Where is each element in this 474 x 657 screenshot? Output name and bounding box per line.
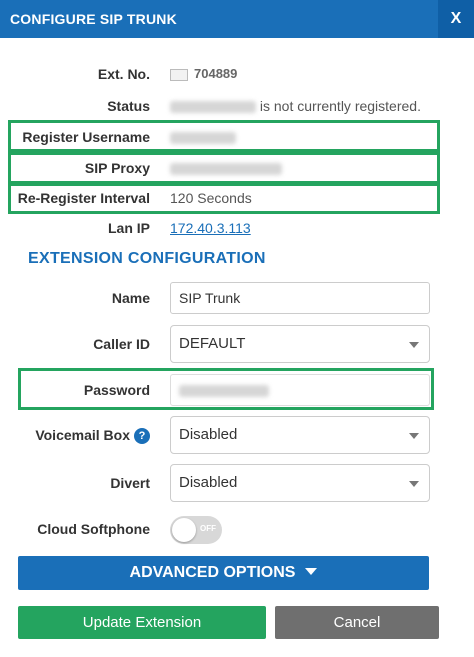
update-extension-button[interactable]: Update Extension xyxy=(18,606,266,639)
toggle-state-text: OFF xyxy=(200,524,216,533)
extension-configuration-title: EXTENSION CONFIGURATION xyxy=(28,250,266,267)
divert-select[interactable]: Disabled xyxy=(170,464,430,502)
advanced-options-button[interactable]: ADVANCED OPTIONS xyxy=(18,556,429,590)
redacted-username xyxy=(170,101,256,114)
redacted-register-username xyxy=(170,132,236,145)
help-icon[interactable]: ? xyxy=(134,428,150,445)
advanced-options-label: ADVANCED OPTIONS xyxy=(129,564,296,581)
sip-proxy-label: SIP Proxy xyxy=(84,160,150,176)
name-input[interactable]: SIP Trunk xyxy=(170,282,430,314)
lan-ip-label: Lan IP xyxy=(107,220,150,236)
voicemail-box-select[interactable]: Disabled xyxy=(170,416,430,454)
name-label: Name xyxy=(111,290,150,306)
reregister-interval-value: 120 Seconds xyxy=(170,190,252,206)
password-label: Password xyxy=(83,382,150,398)
cancel-button[interactable]: Cancel xyxy=(275,606,439,639)
dialog-header: CONFIGURE SIP TRUNK X xyxy=(0,0,474,38)
redacted-sip-proxy xyxy=(170,163,282,176)
cloud-softphone-toggle[interactable]: OFF xyxy=(170,516,222,544)
chevron-down-icon xyxy=(409,481,419,487)
toggle-knob xyxy=(172,518,196,542)
divert-selected: Disabled xyxy=(179,474,238,491)
voicemail-box-selected: Disabled xyxy=(179,426,238,443)
caller-id-select[interactable]: DEFAULT xyxy=(170,325,430,363)
status-text: is not currently registered. xyxy=(259,98,421,114)
status-value: is not currently registered. xyxy=(170,98,421,114)
register-username-label: Register Username xyxy=(22,129,150,145)
divert-label: Divert xyxy=(110,475,150,491)
extension-icon xyxy=(170,68,188,81)
dialog-title: CONFIGURE SIP TRUNK xyxy=(10,11,177,27)
close-button[interactable]: X xyxy=(438,0,474,38)
sip-proxy-value xyxy=(170,160,282,176)
caller-id-label: Caller ID xyxy=(93,336,150,352)
voicemail-box-label: Voicemail Box? xyxy=(0,427,150,445)
chevron-down-icon xyxy=(305,567,318,575)
redacted-password xyxy=(179,385,269,398)
status-label: Status xyxy=(107,98,150,114)
password-input[interactable] xyxy=(170,374,430,406)
lan-ip-link[interactable]: 172.40.3.113 xyxy=(170,220,251,236)
ext-no-label: Ext. No. xyxy=(97,66,150,82)
register-username-value xyxy=(170,129,236,145)
chevron-down-icon xyxy=(409,342,419,348)
caller-id-selected: DEFAULT xyxy=(179,335,246,352)
ext-no-number: 704889 xyxy=(194,66,238,81)
ext-no-value: 704889 xyxy=(170,66,237,81)
voicemail-box-text: Voicemail Box xyxy=(35,427,130,443)
reregister-interval-label: Re-Register Interval xyxy=(17,190,150,206)
cloud-softphone-label: Cloud Softphone xyxy=(37,521,150,537)
chevron-down-icon xyxy=(409,433,419,439)
